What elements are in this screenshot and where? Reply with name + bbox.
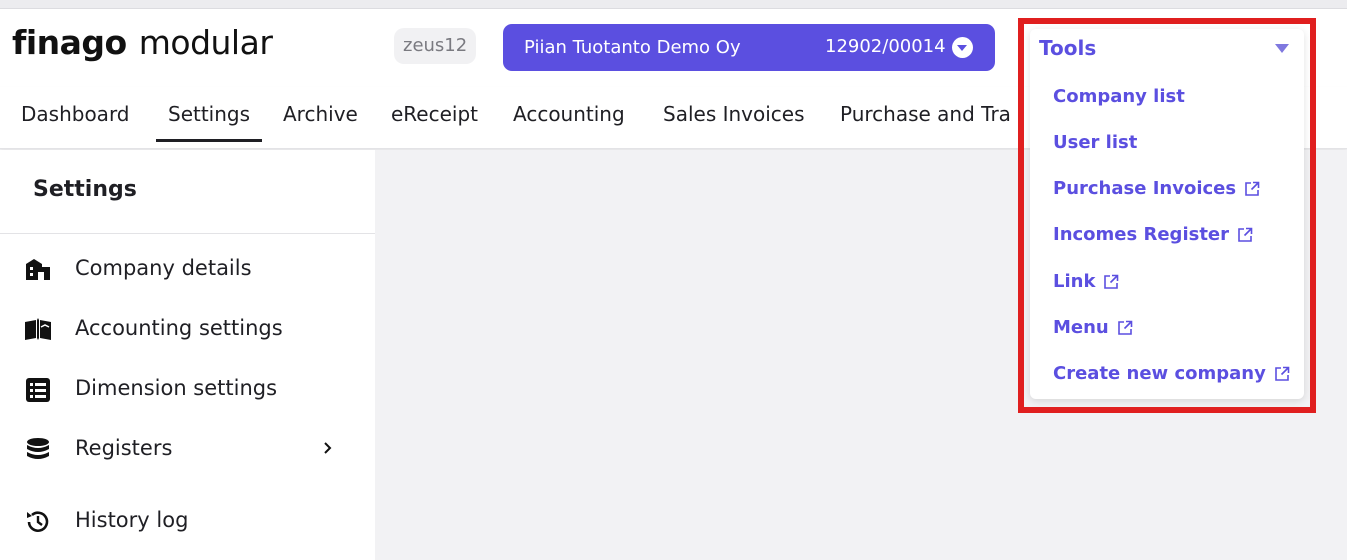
- finago-logo[interactable]: finago modular: [12, 23, 273, 62]
- sidebar-item-label: Accounting settings: [75, 316, 283, 340]
- list-icon: [26, 378, 50, 402]
- nav-tab-archive[interactable]: Archive: [283, 102, 358, 126]
- user-badge: zeus12: [394, 28, 477, 64]
- logo-product: modular: [138, 23, 273, 62]
- book-icon: [25, 318, 51, 340]
- sidebar-divider: [0, 233, 375, 234]
- nav-tab-sales-invoices[interactable]: Sales Invoices: [663, 102, 805, 126]
- browser-top-strip: [0, 0, 1347, 9]
- logo-brand: finago: [12, 23, 127, 62]
- sidebar-item-accounting-settings[interactable]: Accounting settings: [0, 306, 375, 354]
- nav-tab-accounting[interactable]: Accounting: [513, 102, 625, 126]
- nav-tab-settings[interactable]: Settings: [155, 102, 263, 142]
- company-selector-button[interactable]: Piian Tuotanto Demo Oy 12902/00014: [503, 24, 995, 71]
- sidebar-title: Settings: [33, 177, 137, 202]
- sidebar-item-label: Company details: [75, 256, 252, 280]
- company-code: 12902/00014: [825, 36, 946, 57]
- sidebar-item-dimension-settings[interactable]: Dimension settings: [0, 366, 375, 414]
- sidebar-item-label: Dimension settings: [75, 376, 278, 400]
- sidebar-item-history-log[interactable]: History log: [0, 498, 375, 546]
- nav-tab-dashboard[interactable]: Dashboard: [21, 102, 130, 126]
- database-icon: [27, 438, 49, 459]
- highlight-box: [1018, 18, 1316, 413]
- sidebar-item-label: History log: [75, 508, 189, 532]
- sidebar-item-registers[interactable]: Registers: [0, 426, 375, 474]
- nav-tab-ereceipt[interactable]: eReceipt: [391, 102, 478, 126]
- nav-tab-purchase-and-travel[interactable]: Purchase and Tra: [840, 102, 1011, 126]
- sidebar-item-label: Registers: [75, 436, 173, 460]
- chevron-down-icon: [952, 37, 973, 58]
- history-icon: [27, 511, 49, 532]
- chevron-right-icon[interactable]: [318, 436, 338, 460]
- building-icon: [26, 259, 50, 280]
- sidebar-item-company-details[interactable]: Company details: [0, 246, 375, 294]
- company-name: Piian Tuotanto Demo Oy: [524, 37, 741, 58]
- settings-sidebar: Settings Company details Accounting sett…: [0, 150, 375, 560]
